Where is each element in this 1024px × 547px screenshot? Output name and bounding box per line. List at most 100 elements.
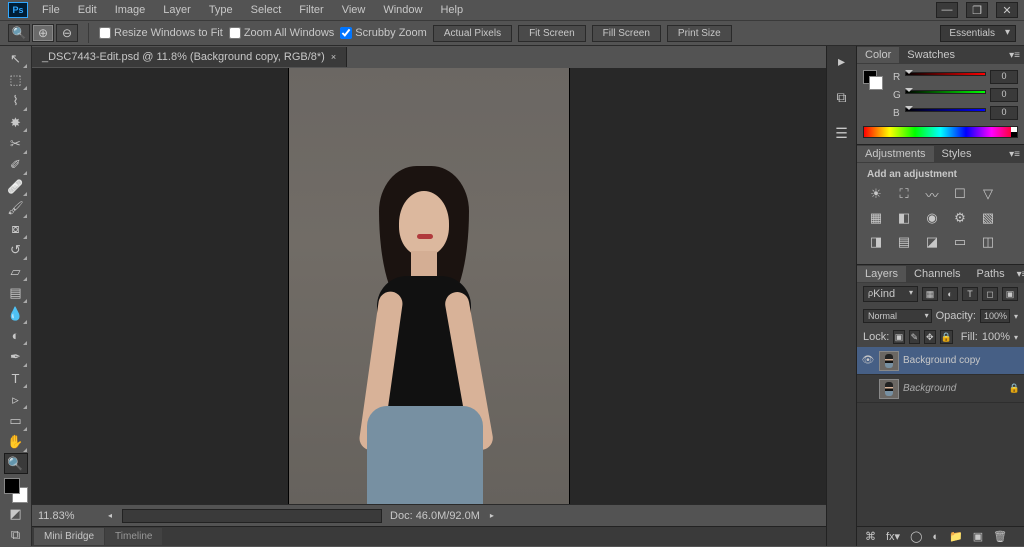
expand-arrow-icon[interactable]: ▸ [831,50,853,72]
visibility-icon[interactable] [861,382,875,396]
menu-help[interactable]: Help [432,1,471,19]
paths-tab[interactable]: Paths [969,266,1013,282]
status-flyout-icon[interactable]: ▸ [488,511,496,520]
properties-panel-icon[interactable]: ☰ [831,122,853,144]
channels-tab[interactable]: Channels [906,266,968,282]
delete-layer-icon[interactable]: 🗑 [993,530,1007,543]
horizontal-scrollbar[interactable] [122,509,382,523]
layer-name[interactable]: Background [903,383,956,394]
restore-button[interactable]: ❐ [966,2,988,18]
brightness-adj-icon[interactable]: ☀ [867,186,885,202]
pen-tool[interactable]: ✒ [4,346,28,367]
g-value[interactable]: 0 [990,88,1018,102]
zoom-in-icon[interactable]: 🔍 [8,24,30,42]
bw-adj-icon[interactable]: ◧ [895,210,913,226]
foreground-color[interactable] [4,478,20,494]
lock-position-icon[interactable]: ✥ [924,330,935,344]
fx-icon[interactable]: fx▾ [886,530,900,543]
color-swatches[interactable] [4,478,28,503]
adjustment-layer-icon[interactable]: ◐ [932,531,939,543]
menu-type[interactable]: Type [201,1,241,19]
brush-tool[interactable]: 🖌 [4,197,28,218]
quick-mask-icon[interactable]: ◩ [4,503,28,524]
layer-item[interactable]: 👁 Background copy [857,347,1024,375]
canvas-area[interactable] [32,68,826,504]
invert-adj-icon[interactable]: ◨ [867,234,885,250]
panel-menu-icon[interactable]: ▾≡ [1013,269,1024,280]
screen-mode-icon[interactable]: ⧉ [4,525,28,546]
history-panel-icon[interactable]: ⧉ [831,86,853,108]
r-value[interactable]: 0 [990,70,1018,84]
photo-filter-adj-icon[interactable]: ◉ [923,210,941,226]
minimize-button[interactable]: — [936,2,958,18]
marquee-tool[interactable]: ⬚ [4,69,28,90]
gradient-map-adj-icon[interactable]: ▭ [951,234,969,250]
document-tab[interactable]: _DSC7443-Edit.psd @ 11.8% (Background co… [32,47,347,67]
color-picker-swatches[interactable] [863,70,883,90]
layer-thumbnail[interactable] [879,351,899,371]
zoom-tool[interactable]: 🔍 [4,453,28,474]
layer-name[interactable]: Background copy [903,355,980,366]
zoom-plus-icon[interactable]: ⊕ [32,24,54,42]
layers-tab[interactable]: Layers [857,266,906,282]
filter-type-icon[interactable]: T [962,287,978,301]
zoom-minus-icon[interactable]: ⊖ [56,24,78,42]
fit-screen-button[interactable]: Fit Screen [518,25,586,42]
filter-shape-icon[interactable]: ◻ [982,287,998,301]
close-tab-icon[interactable]: × [331,52,336,62]
adjustments-tab[interactable]: Adjustments [857,146,934,162]
layer-filter-kind[interactable]: ρ Kind [863,286,918,302]
fill-arrow-icon[interactable]: ▾ [1014,333,1018,342]
filter-smart-icon[interactable]: ▣ [1002,287,1018,301]
channel-mixer-adj-icon[interactable]: ⚙ [951,210,969,226]
eraser-tool[interactable]: ▱ [4,261,28,282]
color-tab[interactable]: Color [857,47,899,63]
blur-tool[interactable]: 💧 [4,304,28,325]
posterize-adj-icon[interactable]: ▤ [895,234,913,250]
filter-adj-icon[interactable]: ◐ [942,287,958,301]
lock-paint-icon[interactable]: ✎ [909,330,920,344]
styles-tab[interactable]: Styles [934,146,980,162]
b-slider[interactable] [905,108,986,118]
opacity-arrow-icon[interactable]: ▾ [1014,312,1018,321]
scroll-left-icon[interactable]: ◂ [106,511,114,520]
gradient-tool[interactable]: ▤ [4,282,28,303]
color-lookup-adj-icon[interactable]: ▧ [979,210,997,226]
curves-adj-icon[interactable]: 〰 [923,186,941,202]
print-size-button[interactable]: Print Size [667,25,732,42]
fill-input[interactable]: 100% [982,331,1010,343]
path-select-tool[interactable]: ▹ [4,389,28,410]
blend-mode-select[interactable]: Normal [863,309,932,323]
eyedropper-tool[interactable]: ✐ [4,155,28,176]
link-layers-icon[interactable]: ⌘ [865,530,876,543]
mini-bridge-tab[interactable]: Mini Bridge [34,528,104,545]
visibility-icon[interactable]: 👁 [861,354,875,368]
workspace-select[interactable]: Essentials [940,25,1016,42]
new-layer-icon[interactable]: ▣ [973,530,983,543]
filter-pixel-icon[interactable]: ▦ [922,287,938,301]
opacity-input[interactable]: 100% [980,309,1010,323]
r-slider[interactable] [905,72,986,82]
levels-adj-icon[interactable]: ⛶ [895,186,913,202]
healing-tool[interactable]: 🩹 [4,176,28,197]
panel-menu-icon[interactable]: ▾≡ [1005,149,1024,160]
zoom-all-checkbox[interactable]: Zoom All Windows [229,27,334,39]
lock-all-icon[interactable]: 🔒 [940,330,953,344]
vibrance-adj-icon[interactable]: ▽ [979,186,997,202]
zoom-level[interactable]: 11.83% [38,510,98,522]
close-button[interactable]: ✕ [996,2,1018,18]
menu-image[interactable]: Image [107,1,154,19]
lock-transparency-icon[interactable]: ▣ [893,330,904,344]
hue-ramp[interactable] [863,126,1018,138]
fill-screen-button[interactable]: Fill Screen [592,25,661,42]
move-tool[interactable]: ↖ [4,48,28,69]
menu-select[interactable]: Select [243,1,290,19]
menu-layer[interactable]: Layer [155,1,199,19]
menu-window[interactable]: Window [375,1,430,19]
menu-edit[interactable]: Edit [70,1,105,19]
quick-select-tool[interactable]: ✸ [4,112,28,133]
lasso-tool[interactable]: ⌇ [4,91,28,112]
crop-tool[interactable]: ✂ [4,133,28,154]
mask-icon[interactable]: ◯ [910,530,922,543]
shape-tool[interactable]: ▭ [4,410,28,431]
